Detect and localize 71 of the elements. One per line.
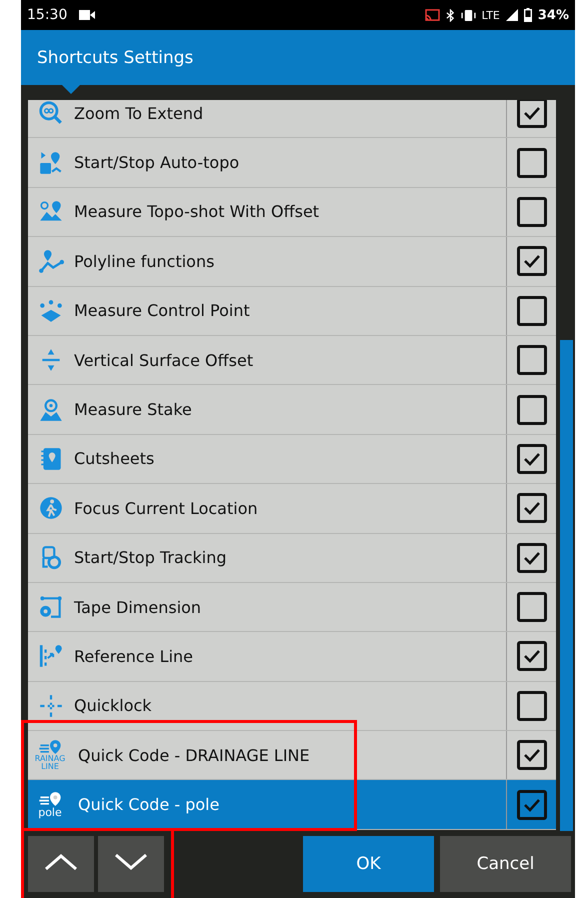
scroll-down-button[interactable]	[98, 836, 164, 892]
shortcut-row[interactable]: Cutsheets	[28, 434, 556, 484]
shortcut-row[interactable]: Start/Stop Auto-topo	[28, 138, 556, 188]
shortcut-label: Quick Code - pole	[78, 795, 220, 814]
shortcut-label: Measure Control Point	[74, 301, 250, 320]
shortcut-row[interactable]: Start/Stop Tracking	[28, 534, 556, 583]
checkbox[interactable]	[516, 246, 546, 276]
shortcut-row[interactable]: pole Quick Code - pole	[28, 780, 556, 830]
shortcut-label: Vertical Surface Offset	[74, 350, 254, 370]
chevron-up-icon	[44, 852, 78, 870]
shortcut-row[interactable]: Vertical Surface Offset	[28, 336, 556, 386]
ok-button[interactable]: OK	[303, 836, 434, 892]
shortcut-icon	[38, 100, 64, 126]
shortcut-icon	[38, 150, 64, 176]
checkbox[interactable]	[516, 296, 546, 326]
shortcut-label: Polyline functions	[74, 252, 214, 271]
dialog-title: Shortcuts Settings	[37, 48, 194, 68]
shortcut-icon	[38, 248, 64, 274]
shortcut-label: Focus Current Location	[74, 498, 258, 518]
checkbox[interactable]	[516, 740, 546, 770]
checkbox[interactable]	[516, 542, 546, 573]
checkbox[interactable]	[516, 790, 546, 820]
chevron-down-icon	[114, 852, 148, 870]
shortcut-label: Quick Code - DRAINAGE LINE	[78, 746, 310, 765]
scrollbar-thumb[interactable]	[560, 340, 573, 831]
signal-icon	[506, 9, 518, 21]
shortcut-icon	[38, 396, 64, 423]
checkbox[interactable]	[516, 690, 546, 721]
shortcut-label: Reference Line	[74, 646, 193, 666]
battery-level: 34%	[538, 8, 569, 22]
checkbox[interactable]	[516, 196, 546, 227]
network-type: LTE	[482, 8, 500, 22]
bluetooth-icon	[446, 8, 455, 22]
battery-icon	[524, 8, 532, 22]
shortcut-icon	[38, 594, 64, 620]
shortcut-row[interactable]: Focus Current Location	[28, 484, 556, 534]
vibrate-icon	[460, 10, 476, 20]
checkbox[interactable]	[516, 592, 546, 622]
checkbox[interactable]	[516, 394, 546, 425]
shortcut-label: Zoom To Extend	[74, 104, 204, 123]
shortcut-label: Measure Stake	[74, 400, 192, 420]
shortcut-icon	[38, 643, 64, 670]
cancel-button[interactable]: Cancel	[440, 836, 571, 892]
shortcut-row[interactable]: Reference Line	[28, 632, 556, 682]
shortcut-row[interactable]: Quicklock	[28, 682, 556, 732]
checkbox[interactable]	[516, 345, 546, 376]
scroll-up-button[interactable]	[28, 836, 94, 892]
checkbox[interactable]	[516, 100, 546, 128]
shortcut-row[interactable]: Tape Dimension	[28, 582, 556, 632]
shortcut-icon	[38, 298, 64, 324]
video-camera-icon	[79, 10, 96, 20]
checkbox[interactable]	[516, 148, 546, 178]
shortcut-row[interactable]: Measure Control Point	[28, 286, 556, 336]
shortcut-row[interactable]: Polyline functions	[28, 237, 556, 287]
shortcut-row[interactable]: Measure Stake	[28, 385, 556, 435]
shortcut-row[interactable]: Measure Topo-shot With Offset	[28, 188, 556, 238]
checkbox[interactable]	[516, 493, 546, 524]
status-time: 15:30	[27, 7, 68, 23]
shortcut-icon	[38, 692, 64, 719]
checkbox[interactable]	[516, 641, 546, 672]
checkbox[interactable]	[516, 444, 546, 474]
shortcut-label: Measure Topo-shot With Offset	[74, 202, 320, 222]
shortcut-row[interactable]: RAINAG LINE Quick Code - DRAINAGE LINE	[28, 731, 556, 780]
shortcut-label: Tape Dimension	[74, 598, 202, 617]
shortcut-row[interactable]: Zoom To Extend	[28, 100, 556, 138]
cast-icon	[424, 8, 440, 22]
shortcut-label: Cutsheets	[74, 449, 154, 468]
shortcut-label: Quicklock	[74, 696, 152, 716]
shortcut-label: Start/Stop Tracking	[74, 548, 227, 568]
shortcut-icon	[38, 495, 64, 522]
shortcut-label: Start/Stop Auto-topo	[74, 153, 240, 172]
